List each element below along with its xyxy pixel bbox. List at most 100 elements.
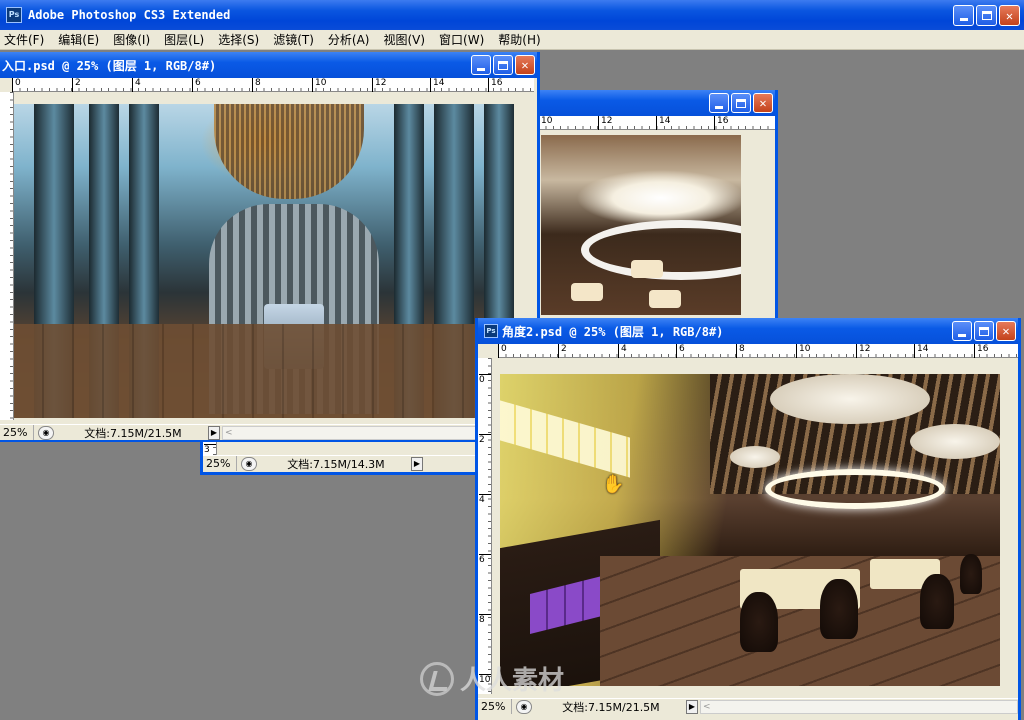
- light-ring: [765, 469, 945, 509]
- ruler-tick: 6: [676, 344, 685, 358]
- doc-maximize-button[interactable]: [731, 93, 751, 113]
- horizontal-ruler: 0 2 4 6 8 10 12 14 16: [498, 344, 1018, 358]
- document-canvas[interactable]: [14, 104, 514, 418]
- ceiling-disc: [770, 374, 930, 424]
- minimize-icon: [477, 67, 485, 71]
- close-icon: ✕: [1005, 8, 1014, 23]
- zoom-level[interactable]: 25%: [203, 456, 237, 471]
- ceiling-disc: [910, 424, 1000, 459]
- status-menu-arrow-icon[interactable]: ▶: [411, 456, 423, 471]
- menu-filter[interactable]: 滤镜(T): [273, 31, 314, 48]
- menu-layer[interactable]: 图层(L): [164, 31, 204, 48]
- hand-cursor-icon: ✋: [602, 474, 625, 495]
- minimize-icon: [958, 333, 966, 337]
- menu-window[interactable]: 窗口(W): [439, 31, 484, 48]
- status-menu-arrow-icon[interactable]: ▶: [208, 425, 220, 440]
- status-menu-arrow-icon[interactable]: ▶: [686, 699, 698, 714]
- doc-size-info: 文档:7.15M/21.5M: [562, 700, 660, 714]
- doc-minimize-button[interactable]: [471, 55, 491, 75]
- doc-close-button[interactable]: ✕: [996, 321, 1016, 341]
- ruler-tick: 8: [479, 614, 491, 625]
- minimize-icon: [715, 105, 723, 109]
- maximize-icon: [981, 11, 992, 20]
- doc-minimize-button[interactable]: [952, 321, 972, 341]
- doc-minimize-button[interactable]: [709, 93, 729, 113]
- doc-titlebar[interactable]: 入口.psd @ 25% (图层 1, RGB/8#) ✕: [0, 52, 537, 78]
- ruler-tick: 3: [204, 444, 216, 455]
- maximize-icon: [498, 60, 508, 70]
- zoom-level[interactable]: 25%: [0, 425, 34, 440]
- doc-size-info: 文档:7.15M/21.5M: [84, 426, 182, 440]
- ceiling-disc: [730, 446, 780, 468]
- ruler-tick: 16: [714, 116, 728, 130]
- doc-window-entrance[interactable]: 入口.psd @ 25% (图层 1, RGB/8#) ✕ 0 2 4 6 8 …: [0, 52, 540, 442]
- watermark-logo-icon: [420, 661, 454, 696]
- navigator-icon[interactable]: ◉: [241, 456, 257, 471]
- document-canvas[interactable]: [541, 135, 741, 315]
- status-bar: 25% ◉ 文档:7.15M/14.3M ▶: [203, 455, 475, 471]
- watermark: 人人素材: [420, 660, 564, 697]
- menu-select[interactable]: 选择(S): [218, 31, 259, 48]
- ruler-tick: 10: [796, 344, 810, 358]
- status-bar: 25% ◉ 文档:7.15M/21.5M ▶ <: [0, 424, 534, 440]
- app-window-controls: ✕: [953, 5, 1020, 26]
- watermark-text: 人人素材: [460, 666, 565, 696]
- menu-view[interactable]: 视图(V): [383, 31, 425, 48]
- dining-chair: [820, 579, 858, 639]
- ruler-tick: 12: [598, 116, 612, 130]
- doc-titlebar[interactable]: Ps 角度2.psd @ 25% (图层 1, RGB/8#) ✕: [478, 318, 1018, 344]
- status-bar: 25% ◉ 文档:7.15M/21.5M ▶ <: [478, 698, 1018, 714]
- horizontal-ruler: 10 12 14 16: [538, 116, 775, 130]
- navigator-icon[interactable]: ◉: [516, 699, 532, 714]
- horizontal-scrollbar[interactable]: <: [700, 699, 1018, 714]
- ruler-tick: 2: [558, 344, 567, 358]
- dining-chair: [920, 574, 954, 629]
- app-minimize-button[interactable]: [953, 5, 974, 26]
- vertical-ruler: 0 2 4 6 8 10: [478, 358, 492, 694]
- ruler-tick: 4: [479, 494, 491, 505]
- app-title: Adobe Photoshop CS3 Extended: [28, 8, 231, 22]
- ruler-tick: 14: [656, 116, 670, 130]
- dining-chair: [740, 592, 778, 652]
- menu-edit[interactable]: 编辑(E): [58, 31, 99, 48]
- ruler-tick: 10: [312, 78, 326, 92]
- doc-window-controls: ✕: [471, 55, 535, 75]
- ruler-tick: 10: [538, 116, 552, 130]
- ruler-tick: 2: [479, 434, 491, 445]
- ruler-tick: 4: [618, 344, 627, 358]
- close-icon: ✕: [521, 58, 529, 72]
- ruler-tick: 6: [479, 554, 491, 565]
- document-canvas[interactable]: ✋: [500, 374, 1000, 686]
- ruler-tick: 14: [914, 344, 928, 358]
- vertical-ruler: [0, 92, 14, 420]
- doc-maximize-button[interactable]: [974, 321, 994, 341]
- doc-close-button[interactable]: ✕: [753, 93, 773, 113]
- ruler-tick: 14: [430, 78, 444, 92]
- ruler-tick: 12: [856, 344, 870, 358]
- doc-close-button[interactable]: ✕: [515, 55, 535, 75]
- zoom-level[interactable]: 25%: [478, 699, 512, 714]
- ruler-tick: 0: [498, 344, 507, 358]
- navigator-icon[interactable]: ◉: [38, 425, 54, 440]
- ruler-tick: 12: [372, 78, 386, 92]
- ceiling-light-bar: [500, 400, 630, 478]
- ruler-tick: 16: [488, 78, 502, 92]
- doc-title: 角度2.psd @ 25% (图层 1, RGB/8#): [502, 324, 724, 339]
- photoshop-logo-icon: Ps: [6, 7, 22, 23]
- maximize-icon: [736, 98, 746, 108]
- doc-title: 入口.psd @ 25% (图层 1, RGB/8#): [2, 58, 217, 73]
- menu-analysis[interactable]: 分析(A): [328, 31, 370, 48]
- doc-maximize-button[interactable]: [493, 55, 513, 75]
- menu-help[interactable]: 帮助(H): [498, 31, 540, 48]
- ruler-tick: 16: [974, 344, 988, 358]
- pendant-lamp: [631, 260, 663, 278]
- menu-image[interactable]: 图像(I): [113, 31, 150, 48]
- ruler-tick: 0: [479, 374, 491, 385]
- app-close-button[interactable]: ✕: [999, 5, 1020, 26]
- ruler-tick: 0: [12, 78, 21, 92]
- app-maximize-button[interactable]: [976, 5, 997, 26]
- doc-window-controls: ✕: [709, 93, 773, 113]
- minimize-icon: [959, 18, 968, 21]
- pendant-lamp: [571, 283, 603, 301]
- menu-file[interactable]: 文件(F): [4, 31, 44, 48]
